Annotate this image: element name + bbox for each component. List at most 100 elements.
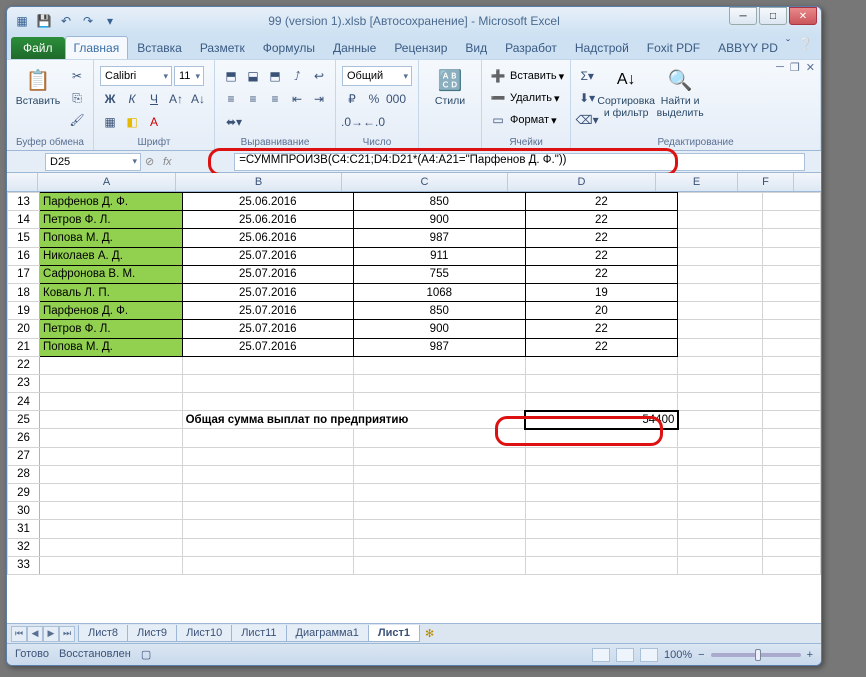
cell[interactable]: 19: [525, 283, 678, 301]
row-header[interactable]: 15: [8, 229, 40, 247]
cell[interactable]: 22: [525, 229, 678, 247]
cell[interactable]: [763, 538, 821, 556]
decrease-indent-icon[interactable]: ⇤: [287, 89, 307, 109]
cell[interactable]: 850: [354, 302, 525, 320]
cell[interactable]: [182, 520, 353, 538]
format-painter-icon[interactable]: 🖌: [67, 110, 87, 130]
cell[interactable]: [40, 484, 183, 502]
wrap-text-icon[interactable]: ↩: [309, 66, 329, 86]
cell[interactable]: Парфенов Д. Ф.: [40, 302, 183, 320]
row-header[interactable]: 18: [8, 283, 40, 301]
grow-font-icon[interactable]: A↑: [166, 89, 186, 109]
row-header[interactable]: 25: [8, 411, 40, 429]
cell[interactable]: [525, 356, 678, 374]
cell[interactable]: [678, 338, 763, 356]
delete-cell-button[interactable]: ➖Удалить ▾: [488, 88, 560, 108]
row-header[interactable]: 17: [8, 265, 40, 283]
row-header[interactable]: 22: [8, 356, 40, 374]
cell[interactable]: [182, 484, 353, 502]
cell[interactable]: [182, 374, 353, 392]
cell[interactable]: [763, 429, 821, 447]
increase-indent-icon[interactable]: ⇥: [309, 89, 329, 109]
cell[interactable]: 25.07.2016: [182, 247, 353, 265]
tab-addins[interactable]: Надстрой: [566, 36, 638, 59]
cell[interactable]: [678, 447, 763, 465]
sheet-tab[interactable]: Диаграмма1: [286, 625, 369, 642]
borders-icon[interactable]: ▦: [100, 112, 120, 132]
fx-icon[interactable]: fx: [158, 156, 176, 168]
name-box[interactable]: D25: [45, 153, 141, 171]
cell[interactable]: [525, 520, 678, 538]
font-size-combo[interactable]: 11: [174, 66, 204, 86]
sheet-nav-last-icon[interactable]: ⏭: [59, 626, 75, 642]
cell[interactable]: [763, 393, 821, 411]
view-normal-icon[interactable]: [592, 648, 610, 662]
cell[interactable]: [354, 393, 525, 411]
cell[interactable]: 755: [354, 265, 525, 283]
cell[interactable]: [525, 484, 678, 502]
cell[interactable]: [182, 538, 353, 556]
cell[interactable]: [678, 374, 763, 392]
close-button[interactable]: ✕: [789, 7, 817, 25]
shrink-font-icon[interactable]: A↓: [188, 89, 208, 109]
cell[interactable]: [182, 393, 353, 411]
macro-record-icon[interactable]: ▢: [141, 648, 151, 661]
cell[interactable]: 25.07.2016: [182, 265, 353, 283]
cell[interactable]: Парфенов Д. Ф.: [40, 193, 183, 211]
font-color-icon[interactable]: A: [144, 112, 164, 132]
col-header-c[interactable]: C: [342, 173, 508, 191]
bold-button[interactable]: Ж: [100, 89, 120, 109]
cell[interactable]: [763, 356, 821, 374]
cell[interactable]: [40, 502, 183, 520]
cell[interactable]: 1068: [354, 283, 525, 301]
cell[interactable]: Николаев А. Д.: [40, 247, 183, 265]
row-header[interactable]: 31: [8, 520, 40, 538]
tab-data[interactable]: Данные: [324, 36, 385, 59]
decrease-decimal-icon[interactable]: ←.0: [364, 112, 384, 132]
tab-pagelayout[interactable]: Разметк: [191, 36, 254, 59]
sheet-tab[interactable]: Лист9: [127, 625, 177, 642]
cell[interactable]: [678, 520, 763, 538]
cell[interactable]: [354, 465, 525, 483]
cell[interactable]: Петров Ф. Л.: [40, 211, 183, 229]
cell[interactable]: Сафронова В. М.: [40, 265, 183, 283]
cell[interactable]: 25.07.2016: [182, 283, 353, 301]
tab-formulas[interactable]: Формулы: [254, 36, 324, 59]
italic-button[interactable]: К: [122, 89, 142, 109]
formula-input[interactable]: =СУММПРОИЗВ(C4:C21;D4:D21*(A4:A21="Парфе…: [234, 153, 805, 171]
currency-icon[interactable]: ₽: [342, 89, 362, 109]
cell[interactable]: 22: [525, 338, 678, 356]
cell[interactable]: [354, 502, 525, 520]
underline-button[interactable]: Ч: [144, 89, 164, 109]
zoom-slider[interactable]: [711, 653, 801, 657]
cell[interactable]: [354, 538, 525, 556]
zoom-in-icon[interactable]: +: [807, 649, 813, 661]
cell[interactable]: [763, 247, 821, 265]
tab-home[interactable]: Главная: [65, 36, 129, 59]
cell[interactable]: [678, 302, 763, 320]
sheet-tab[interactable]: Лист8: [78, 625, 128, 642]
tab-file[interactable]: Файл: [11, 37, 65, 59]
cell[interactable]: [678, 393, 763, 411]
cell[interactable]: 911: [354, 247, 525, 265]
row-header[interactable]: 29: [8, 484, 40, 502]
cell[interactable]: [678, 429, 763, 447]
cell[interactable]: Коваль Л. П.: [40, 283, 183, 301]
cell[interactable]: [678, 247, 763, 265]
row-header[interactable]: 24: [8, 393, 40, 411]
view-pagebreak-icon[interactable]: [640, 648, 658, 662]
sheet-nav-prev-icon[interactable]: ◀: [27, 626, 43, 642]
save-icon[interactable]: 💾: [35, 12, 53, 30]
summary-label[interactable]: Общая сумма выплат по предприятию: [182, 411, 525, 429]
col-header-f[interactable]: F: [738, 173, 794, 191]
cell[interactable]: [678, 556, 763, 574]
copy-icon[interactable]: ⎘: [67, 88, 87, 108]
cell[interactable]: [354, 520, 525, 538]
comma-icon[interactable]: 000: [386, 89, 406, 109]
cell[interactable]: 25.07.2016: [182, 338, 353, 356]
cell[interactable]: [40, 356, 183, 374]
cell[interactable]: [678, 193, 763, 211]
cell[interactable]: 25.06.2016: [182, 193, 353, 211]
cell[interactable]: [182, 447, 353, 465]
cell[interactable]: [763, 320, 821, 338]
